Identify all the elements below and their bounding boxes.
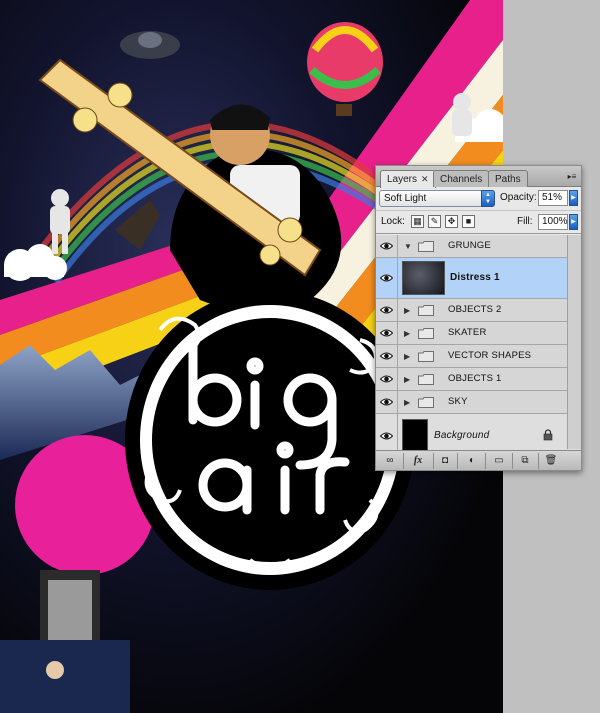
eye-icon: [380, 329, 393, 337]
lock-transparency-icon[interactable]: ▦: [411, 215, 424, 228]
folder-icon: [418, 305, 434, 316]
trash-icon[interactable]: 🗑: [543, 454, 559, 468]
tab-channels[interactable]: Channels: [433, 170, 490, 187]
folder-icon: [418, 351, 434, 362]
tab-paths[interactable]: Paths: [488, 170, 528, 187]
tab-layers[interactable]: Layers ✕: [380, 170, 436, 188]
layers-panel: Layers ✕ Channels Paths ▸≡ Soft Light ▲ ▼ …: [375, 165, 582, 471]
new-layer-icon[interactable]: ⧉: [517, 454, 533, 468]
opacity-slider-arrow-icon[interactable]: ▶: [569, 190, 578, 206]
layer-row-objects-1[interactable]: ▶ OBJECTS 1: [376, 368, 581, 391]
eye-icon: [380, 432, 393, 439]
layer-name: VECTOR SHAPES: [448, 350, 532, 361]
visibility-toggle[interactable]: [376, 368, 398, 390]
visibility-toggle[interactable]: [376, 258, 398, 298]
adjustment-layer-icon[interactable]: ◐: [463, 454, 481, 468]
blend-mode-value: Soft Light: [384, 193, 427, 204]
layer-row-objects-2[interactable]: ▶ OBJECTS 2: [376, 299, 581, 322]
layer-mask-icon[interactable]: ◘: [437, 454, 453, 468]
link-icon[interactable]: ∞: [381, 454, 399, 468]
tab-layers-label: Layers: [387, 174, 418, 185]
eye-icon: [380, 398, 393, 406]
layer-list: ▼ GRUNGE Distress 1 ▶ OBJECTS 2 ▶ SKATER…: [376, 235, 581, 458]
visibility-toggle[interactable]: [376, 235, 398, 257]
expand-triangle-right-icon[interactable]: ▶: [404, 375, 410, 384]
layer-name: Distress 1: [450, 272, 500, 283]
close-icon[interactable]: ✕: [421, 173, 429, 186]
lock-all-icon[interactable]: ■: [462, 215, 475, 228]
panel-menu-icon[interactable]: ▸≡: [566, 172, 578, 182]
layer-name: OBJECTS 2: [448, 304, 502, 315]
lock-position-icon[interactable]: ✥: [445, 215, 458, 228]
fill-label: Fill:: [517, 216, 533, 227]
layer-row-sky[interactable]: ▶ SKY: [376, 391, 581, 414]
eye-icon: [380, 306, 393, 314]
layer-thumbnail: [402, 419, 428, 452]
visibility-toggle[interactable]: [376, 391, 398, 413]
lock-image-pixels-icon[interactable]: ✎: [428, 215, 441, 228]
layer-row-skater[interactable]: ▶ SKATER: [376, 322, 581, 345]
layer-name: OBJECTS 1: [448, 373, 502, 384]
fill-slider-arrow-icon[interactable]: ▶: [569, 214, 578, 230]
expand-triangle-right-icon[interactable]: ▶: [404, 329, 410, 338]
eye-icon: [380, 375, 393, 383]
fill-input[interactable]: 100%: [538, 214, 568, 230]
visibility-toggle[interactable]: [376, 299, 398, 321]
new-group-icon[interactable]: ▭: [491, 454, 507, 468]
blend-mode-select[interactable]: Soft Light ▲ ▼: [379, 190, 495, 207]
folder-icon: [418, 397, 434, 408]
tab-channels-label: Channels: [440, 174, 483, 185]
chevron-updown-icon: ▲ ▼: [481, 190, 495, 207]
eye-icon: [380, 352, 393, 360]
layer-list-scrollbar[interactable]: [567, 235, 581, 449]
expand-triangle-right-icon[interactable]: ▶: [404, 398, 410, 407]
big-air-logo: [125, 290, 415, 590]
fx-button[interactable]: fx: [407, 454, 429, 468]
expand-triangle-right-icon[interactable]: ▶: [404, 306, 410, 315]
visibility-toggle[interactable]: [376, 345, 398, 367]
layer-row-distress-1[interactable]: Distress 1: [376, 258, 581, 299]
panel-tabbar: Layers ✕ Channels Paths ▸≡: [376, 166, 581, 188]
layer-thumbnail: [402, 261, 445, 295]
folder-icon: [418, 374, 434, 385]
tab-paths-label: Paths: [495, 174, 521, 185]
lock-row: Lock: ▦ ✎ ✥ ■ Fill: 100% ▶: [376, 211, 581, 234]
layer-row-grunge[interactable]: ▼ GRUNGE: [376, 235, 581, 258]
panel-footer: ∞ fx ◘ ◐ ▭ ⧉ 🗑: [376, 450, 581, 470]
opacity-label: Opacity:: [500, 192, 537, 203]
lock-label: Lock:: [381, 216, 405, 227]
layer-name: SKY: [448, 396, 468, 407]
opacity-input[interactable]: 51%: [538, 190, 568, 206]
layer-row-vector-shapes[interactable]: ▶ VECTOR SHAPES: [376, 345, 581, 368]
lock-icon: [543, 429, 553, 441]
eye-icon: [380, 242, 393, 250]
layer-name: GRUNGE: [448, 240, 491, 251]
folder-icon: [418, 241, 434, 252]
visibility-toggle[interactable]: [376, 322, 398, 344]
layer-name: SKATER: [448, 327, 487, 338]
expand-triangle-right-icon[interactable]: ▶: [404, 352, 410, 361]
expand-triangle-down-icon[interactable]: ▼: [404, 242, 412, 251]
eye-icon: [380, 274, 393, 282]
folder-icon: [418, 328, 434, 339]
blend-row: Soft Light ▲ ▼ Opacity: 51% ▶: [376, 187, 581, 211]
layer-name: Background: [434, 430, 490, 441]
